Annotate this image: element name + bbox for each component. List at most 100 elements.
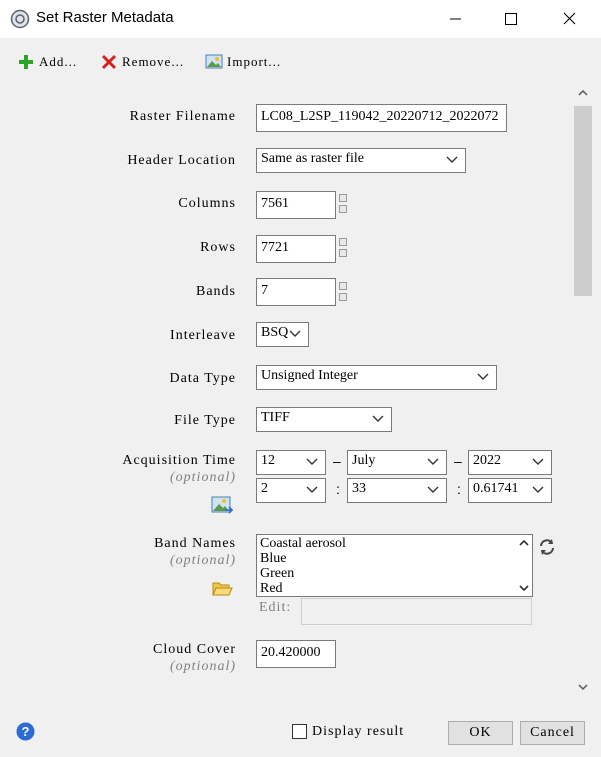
columns-field[interactable]: 7561	[256, 191, 336, 219]
display-result-label[interactable]: Display result	[312, 724, 404, 740]
list-item[interactable]: Blue	[260, 551, 346, 566]
metadata-form-panel: Raster Filename LC08_L2SP_119042_2022071…	[3, 80, 597, 708]
cancel-button[interactable]: Cancel	[520, 721, 585, 745]
scroll-down-icon[interactable]	[576, 682, 590, 692]
rows-label: Rows	[200, 240, 236, 255]
import-button-label: Import...	[227, 54, 282, 69]
chevron-down-icon	[532, 486, 544, 493]
minimize-button[interactable]	[433, 0, 477, 38]
scroll-up-icon[interactable]	[576, 88, 590, 98]
header-location-select[interactable]: Same as raster file	[256, 148, 466, 173]
interleave-label: Interleave	[170, 328, 236, 343]
display-result-checkbox[interactable]	[292, 724, 307, 739]
band-names-optional: (optional)	[170, 553, 236, 568]
help-icon[interactable]: ?	[16, 722, 35, 741]
band-edit-field[interactable]	[301, 598, 532, 625]
folder-open-icon[interactable]	[211, 578, 233, 598]
acquisition-time-optional: (optional)	[170, 470, 236, 485]
scrollbar-thumb[interactable]	[574, 106, 592, 296]
plus-icon	[19, 55, 33, 69]
acq-year-select[interactable]: 2022	[468, 450, 552, 475]
add-button-label: Add...	[39, 54, 78, 69]
list-item[interactable]: Coastal aerosol	[260, 536, 346, 551]
acq-day-value: 12	[261, 453, 275, 468]
remove-button-label: Remove...	[122, 54, 185, 69]
raster-filename-field[interactable]: LC08_L2SP_119042_20220712_2022072	[256, 104, 507, 132]
list-item[interactable]: Green	[260, 566, 346, 581]
chevron-down-icon	[306, 486, 318, 493]
window-title: Set Raster Metadata	[36, 9, 174, 26]
interleave-value: BSQ	[261, 325, 289, 340]
svg-text:?: ?	[22, 724, 30, 739]
close-button[interactable]	[547, 0, 591, 38]
remove-button[interactable]: Remove...	[100, 52, 184, 72]
rows-stepper[interactable]	[339, 238, 349, 260]
add-button[interactable]: Add...	[17, 52, 77, 72]
acq-minute-value: 33	[352, 481, 366, 496]
time-separator: :	[336, 481, 340, 497]
stepper-down-button[interactable]	[339, 249, 347, 257]
header-location-value: Same as raster file	[261, 151, 365, 166]
file-type-select[interactable]: TIFF	[256, 407, 392, 432]
date-separator: –	[333, 453, 341, 469]
red-x-icon	[101, 54, 117, 70]
file-type-value: TIFF	[261, 410, 290, 425]
acq-hour-select[interactable]: 2	[256, 478, 326, 503]
stepper-up-button[interactable]	[339, 282, 347, 290]
columns-stepper[interactable]	[339, 194, 349, 216]
acq-second-select[interactable]: 0.61741	[468, 478, 552, 503]
acq-hour-value: 2	[261, 481, 268, 496]
file-type-label: File Type	[174, 413, 236, 428]
band-names-list[interactable]: Coastal aerosol Blue Green Red	[256, 534, 533, 597]
stepper-down-button[interactable]	[339, 293, 347, 301]
app-icon	[10, 9, 30, 29]
bands-label: Bands	[196, 284, 236, 299]
image-import-icon[interactable]	[211, 496, 233, 516]
scroll-down-icon[interactable]	[518, 583, 530, 593]
chevron-down-icon	[289, 330, 301, 337]
band-edit-label: Edit:	[259, 600, 292, 615]
maximize-icon	[505, 13, 517, 25]
raster-filename-label: Raster Filename	[129, 109, 236, 124]
header-location-label: Header Location	[127, 153, 236, 168]
acquisition-time-label: Acquisition Time	[122, 453, 236, 468]
import-button[interactable]: Import...	[205, 52, 281, 72]
stepper-down-button[interactable]	[339, 205, 347, 213]
time-separator: :	[457, 481, 461, 497]
rows-field[interactable]: 7721	[256, 235, 336, 263]
image-import-icon	[205, 54, 223, 69]
data-type-label: Data Type	[169, 371, 236, 386]
acq-year-value: 2022	[473, 453, 501, 468]
bands-stepper[interactable]	[339, 282, 349, 304]
cloud-cover-field[interactable]: 20.420000	[256, 640, 336, 668]
maximize-button[interactable]	[489, 0, 533, 38]
cloud-cover-label: Cloud Cover	[153, 642, 236, 657]
chevron-down-icon	[427, 486, 439, 493]
data-type-value: Unsigned Integer	[261, 368, 358, 383]
cloud-cover-optional: (optional)	[170, 659, 236, 674]
list-item[interactable]: Red	[260, 581, 346, 596]
acq-month-select[interactable]: July	[347, 450, 447, 475]
interleave-select[interactable]: BSQ	[256, 322, 309, 347]
acq-second-value: 0.61741	[473, 481, 519, 496]
chevron-down-icon	[477, 373, 489, 380]
ok-button[interactable]: OK	[448, 721, 513, 745]
refresh-icon[interactable]	[537, 538, 557, 556]
columns-label: Columns	[178, 196, 236, 211]
form-scrollbar[interactable]	[573, 84, 593, 698]
stepper-up-button[interactable]	[339, 194, 347, 202]
scroll-up-icon[interactable]	[518, 538, 530, 548]
title-bar: Set Raster Metadata	[0, 0, 601, 38]
chevron-down-icon	[306, 458, 318, 465]
dialog-footer: ? Display result OK Cancel	[0, 708, 601, 757]
acq-minute-select[interactable]: 33	[347, 478, 447, 503]
chevron-down-icon	[532, 458, 544, 465]
data-type-select[interactable]: Unsigned Integer	[256, 365, 497, 390]
acq-month-value: July	[352, 453, 376, 468]
bands-field[interactable]: 7	[256, 278, 336, 306]
chevron-down-icon	[372, 415, 384, 422]
acq-day-select[interactable]: 12	[256, 450, 326, 475]
band-names-label: Band Names	[154, 536, 236, 551]
minimize-icon	[450, 18, 461, 20]
stepper-up-button[interactable]	[339, 238, 347, 246]
